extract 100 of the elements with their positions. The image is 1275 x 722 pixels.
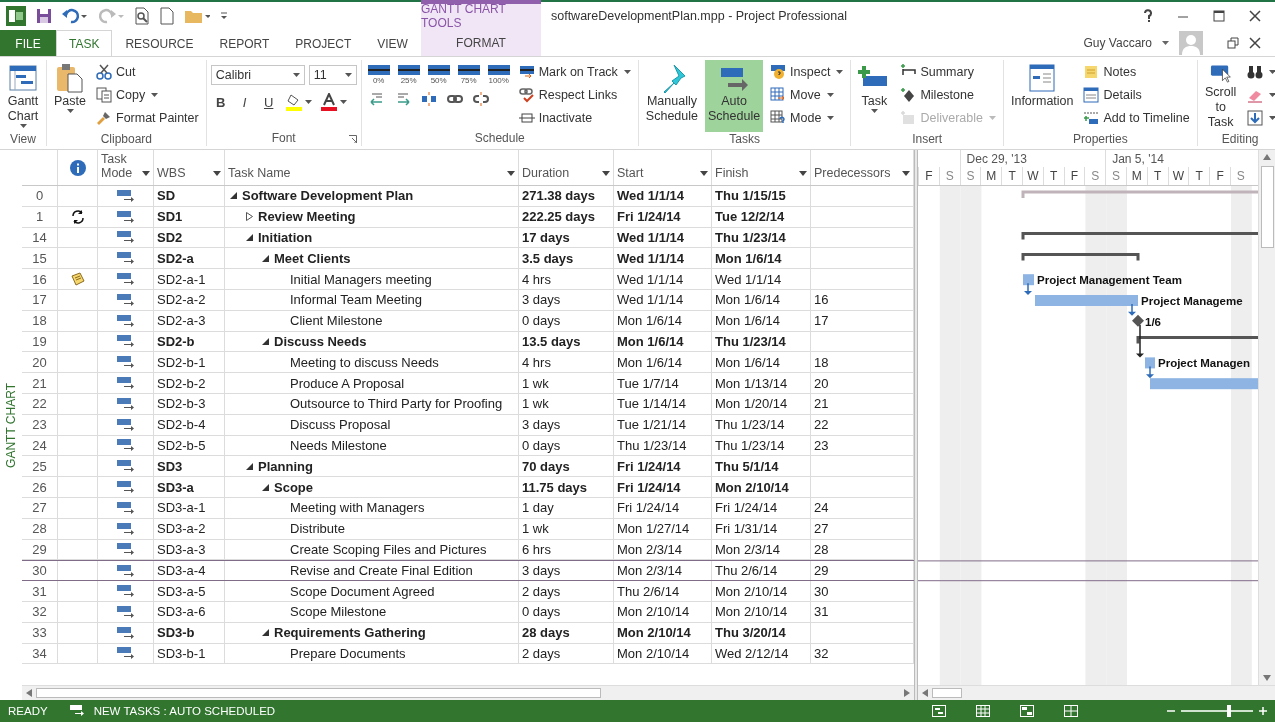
collapse-triangle-icon[interactable] (262, 254, 269, 262)
ribbon-button[interactable]: Add to Timeline (1080, 106, 1193, 129)
zoom-out-icon[interactable] (1167, 707, 1175, 715)
collapse-triangle-icon[interactable] (246, 462, 253, 470)
column-header[interactable]: Finish (712, 150, 811, 185)
collapse-triangle-icon[interactable] (262, 483, 269, 491)
chart-view-icon[interactable] (932, 705, 946, 717)
restore-icon[interactable] (1227, 36, 1239, 49)
ribbon-button[interactable]: Inactivate (515, 106, 634, 129)
scrollbar-thumb[interactable] (1260, 166, 1274, 248)
task-bar[interactable] (1023, 274, 1034, 286)
table-row[interactable]: 31 SD3-a-5 Scope Document Agreed 2 days Thu 2/6/14 Mon 2/10/14 30 (22, 581, 914, 602)
scrollbar-thumb[interactable] (36, 688, 601, 698)
column-header[interactable]: WBS (154, 150, 225, 185)
ribbon-button[interactable]: Mark on Track (515, 60, 634, 83)
format-button[interactable]: B (210, 91, 231, 113)
ribbon-button[interactable]: Format Painter (93, 106, 202, 129)
slider-thumb[interactable] (1226, 705, 1231, 717)
collapse-triangle-icon[interactable] (262, 629, 269, 637)
ribbon-button[interactable]: Gantt Chart (4, 60, 42, 132)
percent-complete-button[interactable]: 0% (365, 65, 392, 85)
table-row[interactable]: 28 SD3-a-2 Distribute 1 wk Mon 1/27/14 Fri 1/31/14 27 (22, 518, 914, 540)
summary-bar[interactable] (1021, 252, 1140, 261)
scrollbar-thumb[interactable] (932, 688, 962, 698)
ribbon-tab[interactable]: REPORT (206, 30, 283, 56)
ribbon-tab[interactable]: VIEW (364, 30, 421, 56)
collapse-triangle-icon[interactable] (246, 234, 253, 241)
milestone-diamond[interactable] (1132, 314, 1144, 327)
table-row[interactable]: 26 SD3-a Scope 11.75 days Fri 1/24/14 Mon 2/10/14 (22, 477, 914, 498)
caret-icon[interactable] (1162, 40, 1169, 45)
usage-view-icon[interactable] (1020, 705, 1034, 717)
split-icon[interactable] (420, 91, 437, 107)
format-button[interactable]: I (234, 91, 255, 113)
ribbon-button[interactable]: Details (1080, 83, 1193, 106)
table-row[interactable]: 22 SD2-b-3 Outsource to Third Party for Proofing 1 wk Tue 1/14/14 Mon 1/20/14 21 (22, 393, 914, 415)
customize-menu-icon[interactable] (220, 11, 228, 21)
percent-complete-button[interactable]: 75% (455, 65, 482, 85)
column-header[interactable]: Duration (519, 150, 614, 185)
ribbon-button[interactable]: Information (1007, 60, 1077, 132)
ribbon-button[interactable]: Manually Schedule (642, 60, 701, 132)
ribbon-tab[interactable]: FORMAT (420, 28, 541, 56)
scroll-left-icon[interactable] (922, 689, 928, 697)
undo-icon[interactable] (62, 8, 88, 24)
summary-bar[interactable] (1136, 336, 1258, 344)
close-icon[interactable] (1249, 9, 1261, 22)
table-row[interactable]: 24 SD2-b-5 Needs Milestone 0 days Thu 1/23/14 Thu 1/23/14 23 (22, 435, 914, 457)
help-icon[interactable] (1143, 8, 1153, 23)
ribbon-button[interactable]: Scroll to Task (1201, 60, 1240, 132)
close-icon[interactable] (1249, 36, 1261, 49)
new-document-icon[interactable] (160, 7, 174, 25)
unlink-icon[interactable] (472, 91, 489, 107)
percent-complete-button[interactable]: 25% (395, 65, 422, 85)
scroll-up-icon[interactable] (1263, 154, 1271, 160)
filter-arrow-icon[interactable] (700, 171, 708, 176)
column-header[interactable]: Task Mode (98, 150, 154, 185)
table-row[interactable]: 20 SD2-b-1 Meeting to discuss Needs 4 hrs Mon 1/6/14 Mon 1/6/14 18 (22, 352, 914, 374)
format-button[interactable]: U (258, 91, 279, 113)
ribbon-button[interactable]: Cut (93, 60, 202, 83)
table-row[interactable]: 33 SD3-b Requirements Gathering 28 days Mon 2/10/14 Thu 3/20/14 (22, 622, 914, 644)
grid-view-icon[interactable] (1064, 705, 1078, 717)
ribbon-button[interactable]: Paste (51, 60, 89, 132)
percent-complete-button[interactable]: 100% (485, 65, 512, 85)
table-row[interactable]: 23 SD2-b-4 Discuss Proposal 3 days Tue 1/21/14 Thu 1/23/14 22 (22, 414, 914, 436)
table-row[interactable]: 18 SD2-a-3 Client Milestone 0 days Mon 1/6/14 Mon 1/6/14 17 (22, 310, 914, 332)
filter-arrow-icon[interactable] (213, 171, 221, 176)
font-name-field[interactable]: Calibri (210, 65, 305, 85)
user-name[interactable]: Guy Vaccaro (1083, 35, 1152, 50)
ribbon-button[interactable]: Respect Links (515, 83, 634, 106)
table-row[interactable]: 30 SD3-a-4 Revise and Create Final Edition 3 days Mon 2/3/14 Thu 2/6/14 29 (22, 560, 914, 582)
ribbon-button[interactable]: Inspect (767, 60, 847, 83)
table-row[interactable]: 32 SD3-a-6 Scope Milestone 0 days Mon 2/10/14 Mon 2/10/14 31 (22, 601, 914, 623)
expand-triangle-icon[interactable] (246, 212, 253, 222)
filter-arrow-icon[interactable] (507, 171, 515, 176)
table-row[interactable]: 16 SD2-a-1 Initial Managers meeting 4 hrs Wed 1/1/14 Wed 1/1/14 (22, 269, 914, 290)
table-row[interactable]: 27 SD3-a-1 Meeting with Managers 1 day Fri 1/24/14 Fri 1/24/14 24 (22, 497, 914, 519)
scroll-right-icon[interactable] (904, 689, 910, 697)
ribbon-button[interactable]: Milestone (897, 83, 999, 106)
task-bar[interactable] (1145, 357, 1155, 369)
ribbon-button[interactable]: Notes (1080, 60, 1193, 83)
scroll-down-icon[interactable] (1263, 675, 1271, 681)
vertical-scrollbar[interactable] (1258, 150, 1275, 685)
collapse-triangle-icon[interactable] (262, 337, 269, 345)
table-row[interactable]: 19 SD2-b Discuss Needs 13.5 days Mon 1/6/14 Thu 1/23/14 (22, 331, 914, 353)
horizontal-scrollbar[interactable] (22, 685, 914, 700)
zoom-in-icon[interactable] (1259, 707, 1267, 715)
table-row[interactable]: 34 SD3-b-1 Prepare Documents 2 days Mon 2/10/14 Wed 2/12/14 32 (22, 643, 914, 665)
table-row[interactable]: 15 SD2-a Meet Clients 3.5 days Wed 1/1/14 Mon 1/6/14 (22, 248, 914, 270)
ribbon-tab[interactable]: PROJECT (282, 30, 365, 56)
collapse-triangle-icon[interactable] (230, 192, 237, 200)
column-header[interactable]: Start (614, 150, 712, 185)
status-text[interactable]: NEW TASKS : AUTO SCHEDULED (93, 705, 276, 717)
table-row[interactable]: 17 SD2-a-2 Informal Team Meeting 3 days Wed 1/1/14 Mon 1/6/14 16 (22, 290, 914, 311)
dialog-launcher-icon[interactable] (348, 135, 357, 143)
filter-arrow-icon[interactable] (602, 171, 610, 176)
ribbon-button[interactable]: Mode (767, 106, 847, 129)
save-icon[interactable] (36, 8, 52, 24)
filter-arrow-icon[interactable] (799, 171, 807, 176)
maximize-icon[interactable] (1213, 9, 1225, 22)
table-row[interactable]: 0 SD Software Development Plan 271.38 days Wed 1/1/14 Thu 1/15/15 (22, 186, 914, 207)
font-size-field[interactable]: 11 (308, 65, 357, 85)
